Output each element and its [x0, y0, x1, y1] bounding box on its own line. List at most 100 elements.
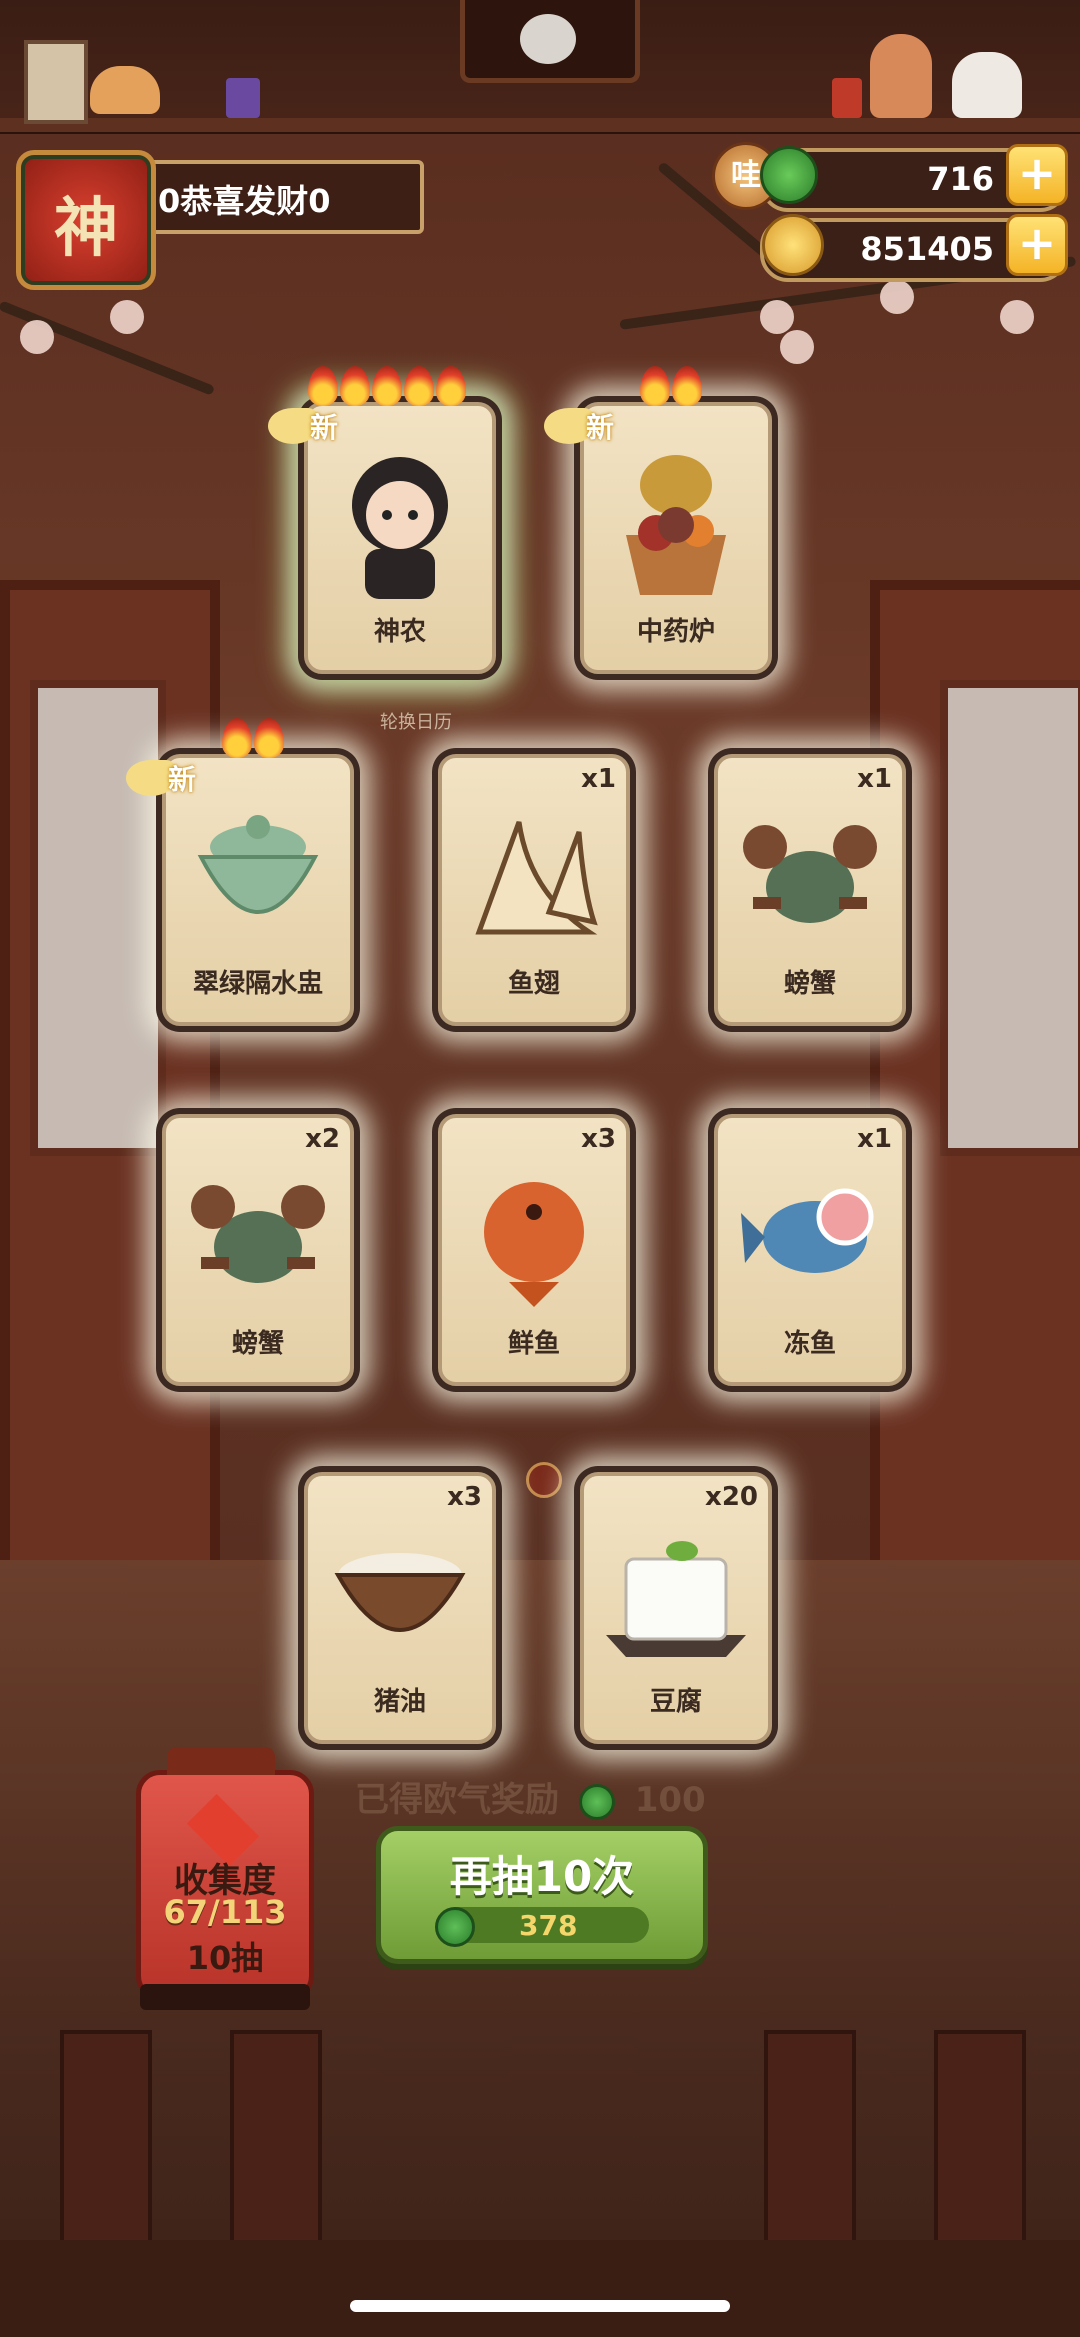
right-door-window	[940, 680, 1080, 1156]
new-tag-text: 新	[586, 411, 615, 444]
flame-icon	[436, 366, 466, 406]
luck-reward-text: 已得欧气奖励 100	[355, 1772, 706, 1821]
rarity-flames	[640, 366, 702, 406]
card-shark-fin[interactable]: x1 鱼翅	[432, 748, 636, 1032]
rail-post	[934, 2030, 1026, 2258]
card-label: 中药炉	[636, 617, 715, 647]
collection-lantern[interactable]: 收集度 67/113 10抽	[136, 1747, 314, 2000]
cat-icon	[90, 66, 160, 114]
card-quantity: x1	[857, 764, 892, 794]
jar-icon	[226, 78, 260, 118]
card-crab-2[interactable]: x2 螃蟹	[156, 1108, 360, 1392]
card-quantity: x3	[447, 1482, 482, 1512]
flame-icon	[222, 718, 252, 758]
card-label: 鱼翅	[507, 969, 560, 999]
card-quantity: x1	[857, 1124, 892, 1154]
flame-icon	[254, 718, 284, 758]
draw-cost: 378	[519, 1909, 578, 1942]
card-label: 猪油	[373, 1687, 426, 1717]
add-jade-button[interactable]: +	[1006, 144, 1068, 206]
frozen-fish-icon	[735, 1167, 885, 1311]
blossom	[110, 300, 144, 334]
card-label: 神农	[373, 617, 426, 647]
scroll-icon	[24, 40, 88, 124]
card-quantity: x1	[581, 764, 616, 794]
blossom	[1000, 300, 1034, 334]
new-tag: 新	[544, 404, 654, 448]
gold-amount: 851405	[860, 230, 994, 268]
jade-coin-icon	[760, 146, 818, 204]
shelf	[0, 118, 1080, 132]
jade-bowl-icon	[183, 807, 333, 951]
lard-bowl-icon	[325, 1535, 475, 1659]
jade-coin-icon	[435, 1907, 475, 1947]
collection-progress: 67/113	[163, 1893, 287, 1931]
new-tag-text: 新	[168, 763, 197, 796]
card-green-bowl[interactable]: 翠绿隔水盅 新	[126, 718, 360, 1032]
card-label: 螃蟹	[783, 969, 836, 999]
card-frozen-fish[interactable]: x1 冻鱼	[708, 1108, 912, 1392]
left-door	[0, 580, 220, 1600]
rotation-calendar-label: 轮换日历	[380, 712, 452, 733]
draw-again-button[interactable]: 再抽10次 378	[376, 1826, 708, 1964]
blossom	[760, 300, 794, 334]
card-label: 翠绿隔水盅	[192, 969, 323, 999]
jade-coin-icon	[578, 1783, 615, 1820]
player-avatar[interactable]: 神	[16, 150, 156, 290]
white-cat-icon	[952, 52, 1022, 118]
tofu-icon	[596, 1525, 756, 1669]
ornament-knot-icon	[526, 1462, 562, 1498]
card-lard[interactable]: x3 猪油	[298, 1466, 502, 1750]
card-quantity: x2	[305, 1124, 340, 1154]
card-face: x2 螃蟹	[162, 1114, 354, 1386]
card-label: 冻鱼	[783, 1329, 836, 1359]
hanging-portrait	[460, 0, 640, 83]
gold-coin-icon	[762, 214, 824, 276]
card-quantity: x20	[705, 1482, 758, 1512]
card-herbal-furnace[interactable]: 中药炉 新	[544, 366, 778, 680]
new-tag: 新	[268, 404, 378, 448]
portrait-face-icon	[520, 14, 576, 64]
card-face: x1 螃蟹	[714, 754, 906, 1026]
avatar-glyph: 神	[54, 191, 118, 266]
rail-post	[60, 2030, 152, 2258]
rarity-flames	[308, 366, 466, 406]
draw-cost-pill: 378	[435, 1907, 649, 1947]
blossom	[880, 280, 914, 314]
flame-icon	[672, 366, 702, 406]
card-face: x1 冻鱼	[714, 1114, 906, 1386]
rail-post	[230, 2030, 322, 2258]
card-quantity: x3	[581, 1124, 616, 1154]
lantern-stand	[140, 1984, 310, 2010]
card-shennong[interactable]: 神农 新	[268, 366, 502, 680]
left-door-window	[30, 680, 166, 1156]
new-tag-text: 新	[310, 411, 339, 444]
rail-post	[764, 2030, 856, 2258]
blossom	[780, 330, 814, 364]
shark-fin-icon	[459, 802, 609, 956]
blossom	[20, 320, 54, 354]
card-tofu[interactable]: x20 豆腐	[574, 1466, 778, 1750]
crab-icon	[735, 807, 885, 951]
child-character-icon	[870, 34, 932, 118]
draw-again-label: 再抽10次	[449, 1852, 635, 1901]
jar-icon	[832, 78, 862, 118]
flame-icon	[372, 366, 402, 406]
crab-icon	[183, 1167, 333, 1311]
card-face: x1 鱼翅	[438, 754, 630, 1026]
flame-icon	[640, 366, 670, 406]
luck-reward-label: 已得欧气奖励	[355, 1780, 559, 1820]
flame-icon	[340, 366, 370, 406]
floor-edge	[0, 2240, 1080, 2337]
shennong-character-icon	[325, 445, 475, 609]
home-indicator[interactable]	[350, 2300, 730, 2312]
luck-reward-value: 100	[634, 1780, 706, 1820]
card-fresh-fish[interactable]: x3 鲜鱼	[432, 1108, 636, 1392]
flame-icon	[308, 366, 338, 406]
collection-draws: 10抽	[186, 1939, 264, 1977]
card-crab-1[interactable]: x1 螃蟹	[708, 748, 912, 1032]
player-name: 0恭喜发财0	[158, 182, 331, 220]
card-label: 螃蟹	[231, 1329, 284, 1359]
player-name-bar[interactable]: 0恭喜发财0	[130, 160, 424, 234]
add-coins-button[interactable]: +	[1006, 214, 1068, 276]
